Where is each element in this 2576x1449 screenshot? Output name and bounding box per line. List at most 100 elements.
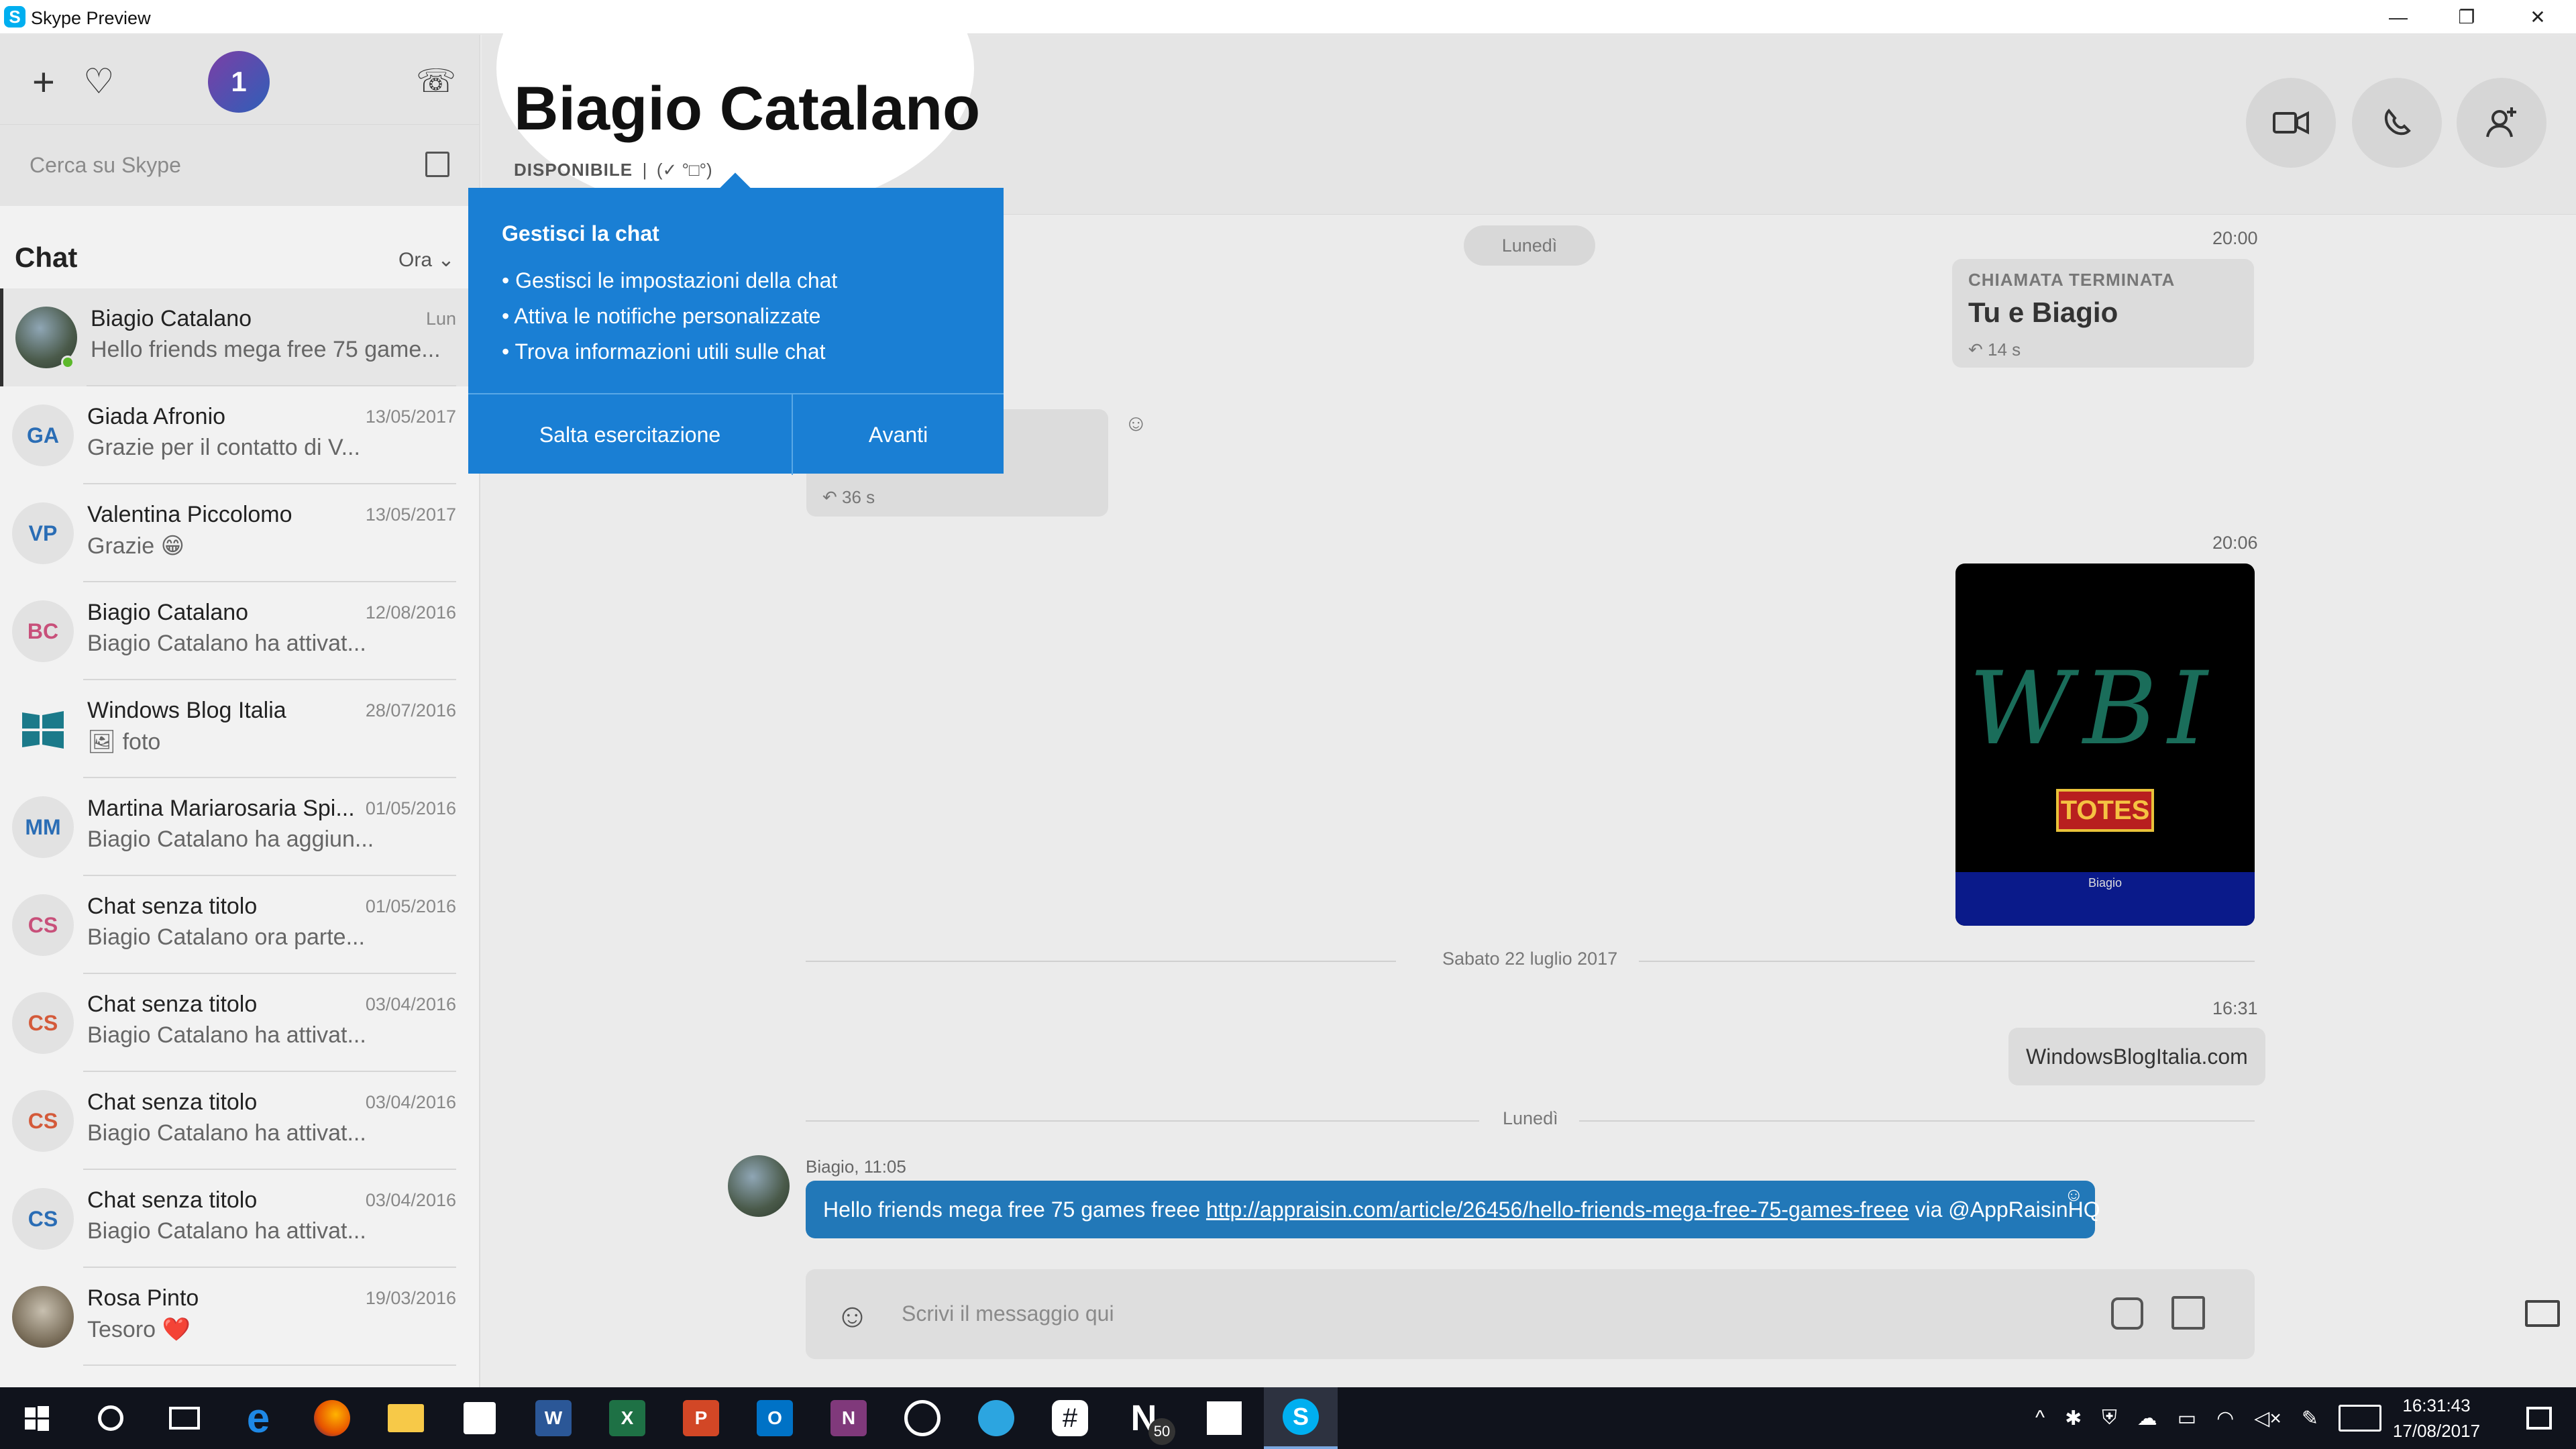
wifi-icon[interactable]: ◠ bbox=[2216, 1407, 2234, 1430]
action-center-button[interactable] bbox=[2502, 1387, 2576, 1449]
sender-avatar[interactable] bbox=[728, 1155, 790, 1217]
volume-icon[interactable]: ◁× bbox=[2254, 1407, 2282, 1430]
message-time: 20:00 bbox=[2212, 228, 2258, 248]
contact-name[interactable]: Biagio Catalano bbox=[514, 74, 980, 144]
defender-icon[interactable]: ⛨ bbox=[2102, 1407, 2117, 1430]
taskbar-excel[interactable]: X bbox=[590, 1387, 664, 1449]
close-button[interactable]: ✕ bbox=[2501, 0, 2575, 34]
whatsapp-icon bbox=[904, 1400, 941, 1436]
image-caption: Biagio bbox=[2088, 876, 2123, 890]
my-profile-avatar[interactable]: 1 bbox=[208, 51, 270, 113]
chat-list-item[interactable]: CS Chat senza titolo Biagio Catalano ha at… bbox=[0, 974, 479, 1072]
tutorial-title: Gestisci la chat bbox=[502, 221, 659, 246]
outgoing-message[interactable]: WindowsBlogItalia.com bbox=[2008, 1028, 2265, 1085]
tutorial-list: • Gestisci le impostazioni della chat • … bbox=[502, 263, 837, 370]
show-hidden-icons[interactable]: ^ bbox=[2035, 1407, 2045, 1430]
chat-name: Giada Afronio bbox=[87, 404, 226, 429]
tutorial-popup: Gestisci la chat • Gestisci le impostazi… bbox=[468, 172, 1004, 475]
taskbar-whatsapp[interactable] bbox=[885, 1387, 959, 1449]
chat-list-item[interactable]: GA Giada Afronio Grazie per il contatto di… bbox=[0, 386, 479, 484]
chat-name: Chat senza titolo bbox=[87, 1089, 258, 1115]
incoming-message[interactable]: Hello friends mega free 75 games freee h… bbox=[806, 1181, 2100, 1238]
chat-name: Chat senza titolo bbox=[87, 894, 258, 919]
next-button[interactable]: Avanti bbox=[792, 394, 1004, 475]
taskbar-windows-blog-italia[interactable] bbox=[1187, 1387, 1261, 1449]
chat-date: 03/04/2016 bbox=[365, 1190, 456, 1210]
chat-date: 13/05/2017 bbox=[365, 407, 456, 427]
add-contact-button[interactable] bbox=[2457, 78, 2546, 168]
taskbar-firefox[interactable] bbox=[295, 1387, 369, 1449]
slack-tray-icon[interactable]: ✱ bbox=[2065, 1407, 2082, 1430]
audio-call-button[interactable] bbox=[2352, 78, 2442, 168]
sort-dropdown[interactable]: Ora ⌄ bbox=[398, 248, 454, 272]
add-icon[interactable]: + bbox=[32, 63, 55, 102]
minimize-button[interactable]: — bbox=[2361, 0, 2435, 34]
taskbar-nextgen-reader[interactable]: N 50 bbox=[1107, 1387, 1181, 1449]
taskbar-skype[interactable]: S bbox=[1264, 1387, 1338, 1449]
chat-name: Chat senza titolo bbox=[87, 991, 258, 1017]
emoji-icon[interactable]: ☺ bbox=[835, 1296, 869, 1335]
taskbar-file-explorer[interactable] bbox=[369, 1387, 443, 1449]
send-image-icon[interactable] bbox=[2171, 1296, 2205, 1330]
chat-list-item[interactable]: CS Chat senza titolo Biagio Catalano ha at… bbox=[0, 1170, 479, 1268]
avatar: CS bbox=[12, 992, 74, 1054]
search-box[interactable]: Cerca su Skype bbox=[0, 124, 479, 206]
chat-name: Windows Blog Italia bbox=[87, 698, 286, 723]
taskbar-powerpoint[interactable]: P bbox=[664, 1387, 738, 1449]
chat-date: 13/05/2017 bbox=[365, 504, 456, 525]
taskbar-telegram[interactable] bbox=[959, 1387, 1033, 1449]
task-view-icon bbox=[169, 1407, 200, 1430]
taskbar-outlook[interactable]: O bbox=[738, 1387, 812, 1449]
chat-list-item[interactable]: CS Chat senza titolo Biagio Catalano ha at… bbox=[0, 1072, 479, 1170]
call-participants: Tu e Biagio bbox=[1968, 297, 2118, 328]
chat-list-item[interactable]: Biagio Catalano Hello friends mega free 7… bbox=[0, 288, 479, 386]
sticker-icon[interactable] bbox=[2111, 1297, 2143, 1330]
favorite-icon[interactable]: ♡ bbox=[83, 64, 115, 99]
chat-list-item[interactable]: MM Martina Mariarosaria Spi... Biagio Cata… bbox=[0, 778, 479, 876]
cortana-button[interactable] bbox=[74, 1387, 148, 1449]
notifications-icon bbox=[2526, 1407, 2552, 1430]
taskbar-edge[interactable]: e bbox=[221, 1387, 295, 1449]
reaction-icon[interactable]: ☺ bbox=[2064, 1166, 2084, 1224]
chat-preview: Grazie 😁 bbox=[87, 533, 185, 559]
taskbar-onenote[interactable]: N bbox=[812, 1387, 885, 1449]
window-title: Skype Preview bbox=[31, 8, 151, 28]
maximize-button[interactable]: ❐ bbox=[2430, 0, 2504, 34]
start-button[interactable] bbox=[0, 1387, 74, 1449]
chat-preview: Grazie per il contatto di V... bbox=[87, 435, 360, 460]
slack-icon: # bbox=[1052, 1400, 1088, 1436]
chat-date: 28/07/2016 bbox=[365, 700, 456, 720]
image-message[interactable]: WBI TOTES Biagio bbox=[1955, 564, 2255, 926]
chat-list-item[interactable]: BC Biagio Catalano Biagio Catalano ha atti… bbox=[0, 582, 479, 680]
keyboard-icon[interactable] bbox=[2339, 1405, 2381, 1432]
wbi-icon bbox=[1207, 1401, 1242, 1435]
taskbar-slack[interactable]: # bbox=[1033, 1387, 1107, 1449]
taskbar-store[interactable] bbox=[443, 1387, 517, 1449]
battery-icon[interactable]: ▭ bbox=[2178, 1407, 2196, 1430]
skip-tutorial-button[interactable]: Salta esercitazione bbox=[468, 394, 792, 475]
chat-list-item[interactable]: Windows Blog Italia 🖼 foto 28/07/2016 bbox=[0, 680, 479, 778]
call-history-icon[interactable]: ☏ bbox=[416, 66, 456, 98]
system-clock[interactable]: 16:31:43 17/08/2017 bbox=[2391, 1393, 2482, 1444]
chat-list-item[interactable]: VP Valentina Piccolomo Grazie 😁 13/05/2017 bbox=[0, 484, 479, 582]
toggle-panel-icon[interactable] bbox=[2525, 1300, 2560, 1327]
search-input[interactable]: Cerca su Skype bbox=[30, 153, 181, 178]
message-input[interactable]: Scrivi il messaggio qui bbox=[902, 1301, 1114, 1326]
onedrive-icon[interactable]: ☁ bbox=[2137, 1407, 2157, 1430]
contacts-directory-icon[interactable] bbox=[425, 152, 449, 177]
chat-preview: Biagio Catalano ha attivat... bbox=[87, 631, 366, 656]
video-call-button[interactable] bbox=[2246, 78, 2336, 168]
chat-list-item[interactable]: CS Chat senza titolo Biagio Catalano ora p… bbox=[0, 876, 479, 974]
task-view-button[interactable] bbox=[148, 1387, 221, 1449]
chat-date: Lun bbox=[425, 309, 456, 329]
taskbar-word[interactable]: W bbox=[517, 1387, 590, 1449]
message-composer[interactable]: ☺ Scrivi il messaggio qui bbox=[806, 1269, 2255, 1359]
call-ended-card: CHIAMATA TERMINATA Tu e Biagio ↶ 14 s bbox=[1952, 259, 2254, 368]
chat-date: 01/05/2016 bbox=[365, 896, 456, 916]
chat-list-item[interactable]: Rosa Pinto Tesoro ❤️ 19/03/2016 bbox=[0, 1268, 479, 1366]
reaction-icon[interactable]: ☺ bbox=[1124, 411, 1148, 437]
chat-preview: Biagio Catalano ha attivat... bbox=[87, 1218, 366, 1244]
pen-icon[interactable]: ✎ bbox=[2302, 1407, 2318, 1430]
firefox-icon bbox=[314, 1400, 350, 1436]
message-link[interactable]: http://appraisin.com/article/26456/hello… bbox=[1206, 1197, 1909, 1222]
